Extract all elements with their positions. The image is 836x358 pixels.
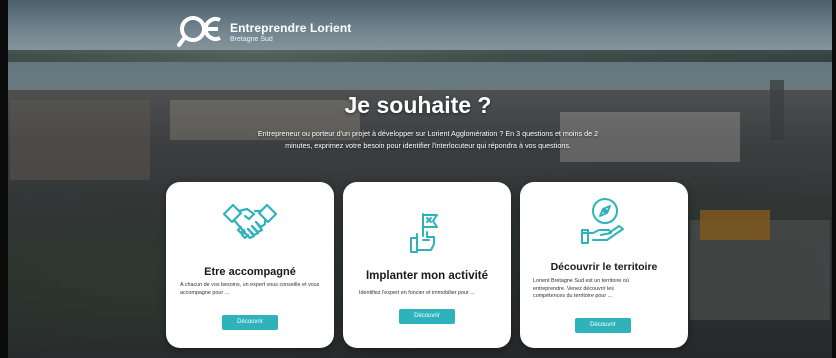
card-etre-accompagne[interactable]: Etre accompagné A chacun de vos besoins,… [166, 182, 334, 348]
card-description: Lorient Bretagne Sud est un territoire o… [533, 278, 629, 299]
decouvrir-button[interactable]: Découvrir [575, 318, 631, 333]
card-title: Etre accompagné [204, 266, 296, 278]
decouvrir-button[interactable]: Découvrir [399, 309, 455, 324]
card-description: Identifiez l'expert en foncier et immobi… [359, 290, 475, 296]
site-logo[interactable]: Entreprendre Lorient Bretagne Sud [176, 14, 351, 50]
logo-subtitle: Bretagne Sud [230, 35, 273, 43]
decouvrir-button[interactable]: Découvrir [222, 315, 278, 330]
flag-hand-icon [410, 213, 438, 253]
logo-title: Entreprendre Lorient [230, 20, 352, 35]
page-edge [832, 0, 836, 358]
page-title: Je souhaite ? [344, 92, 492, 118]
card-decouvrir-le-territoire[interactable]: Découvrir le territoire Lorient Bretagne… [520, 182, 688, 348]
page-edge [0, 0, 8, 358]
card-title: Implanter mon activité [365, 270, 489, 282]
logo-wordmark: Entreprendre Lorient Bretagne Sud [230, 22, 351, 43]
compass-hand-icon [581, 198, 624, 244]
hero-description: Entrepreneur ou porteur d'un projet à dé… [257, 129, 599, 150]
logo-icon [177, 16, 221, 47]
card-implanter-mon-activite[interactable]: Implanter mon activité Identifiez l'expe… [343, 182, 511, 348]
card-description: A chacun de vos besoins, un expert vous … [180, 282, 320, 296]
card-title: Découvrir le territoire [550, 261, 658, 273]
handshake-icon [222, 203, 278, 240]
hero-section: Entreprendre Lorient Bretagne Sud Je sou… [0, 0, 836, 358]
